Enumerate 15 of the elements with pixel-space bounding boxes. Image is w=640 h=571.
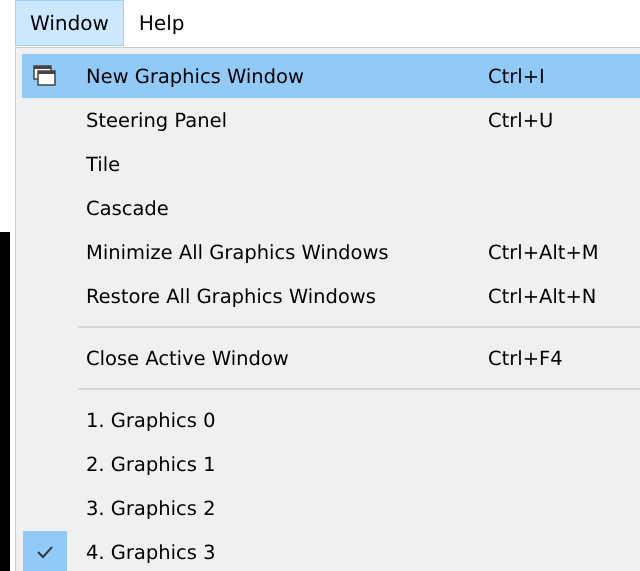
menu-item[interactable]: Steering Panel Ctrl+U <box>22 98 640 142</box>
menu-bar-item[interactable]: Help <box>124 0 200 46</box>
menu-item[interactable]: 2. Graphics 1 <box>22 442 640 486</box>
menu-item[interactable]: Close Active Window Ctrl+F4 <box>22 336 640 380</box>
menu-item[interactable]: 3. Graphics 2 <box>22 486 640 530</box>
menu-item[interactable]: Minimize All Graphics Windows Ctrl+Alt+M <box>22 230 640 274</box>
menu-item[interactable]: Tile <box>22 142 640 186</box>
menu-item[interactable]: 4. Graphics 3 <box>22 530 640 571</box>
windows-icon <box>33 65 57 87</box>
menu-item[interactable]: 1. Graphics 0 <box>22 398 640 442</box>
menu-item[interactable]: New Graphics Window Ctrl+I <box>22 54 640 98</box>
check-icon <box>23 531 67 571</box>
menu-bar-item[interactable]: Window <box>15 0 124 46</box>
menu-item[interactable]: Restore All Graphics Windows Ctrl+Alt+N <box>22 274 640 318</box>
menu-item[interactable]: Cascade <box>22 186 640 230</box>
